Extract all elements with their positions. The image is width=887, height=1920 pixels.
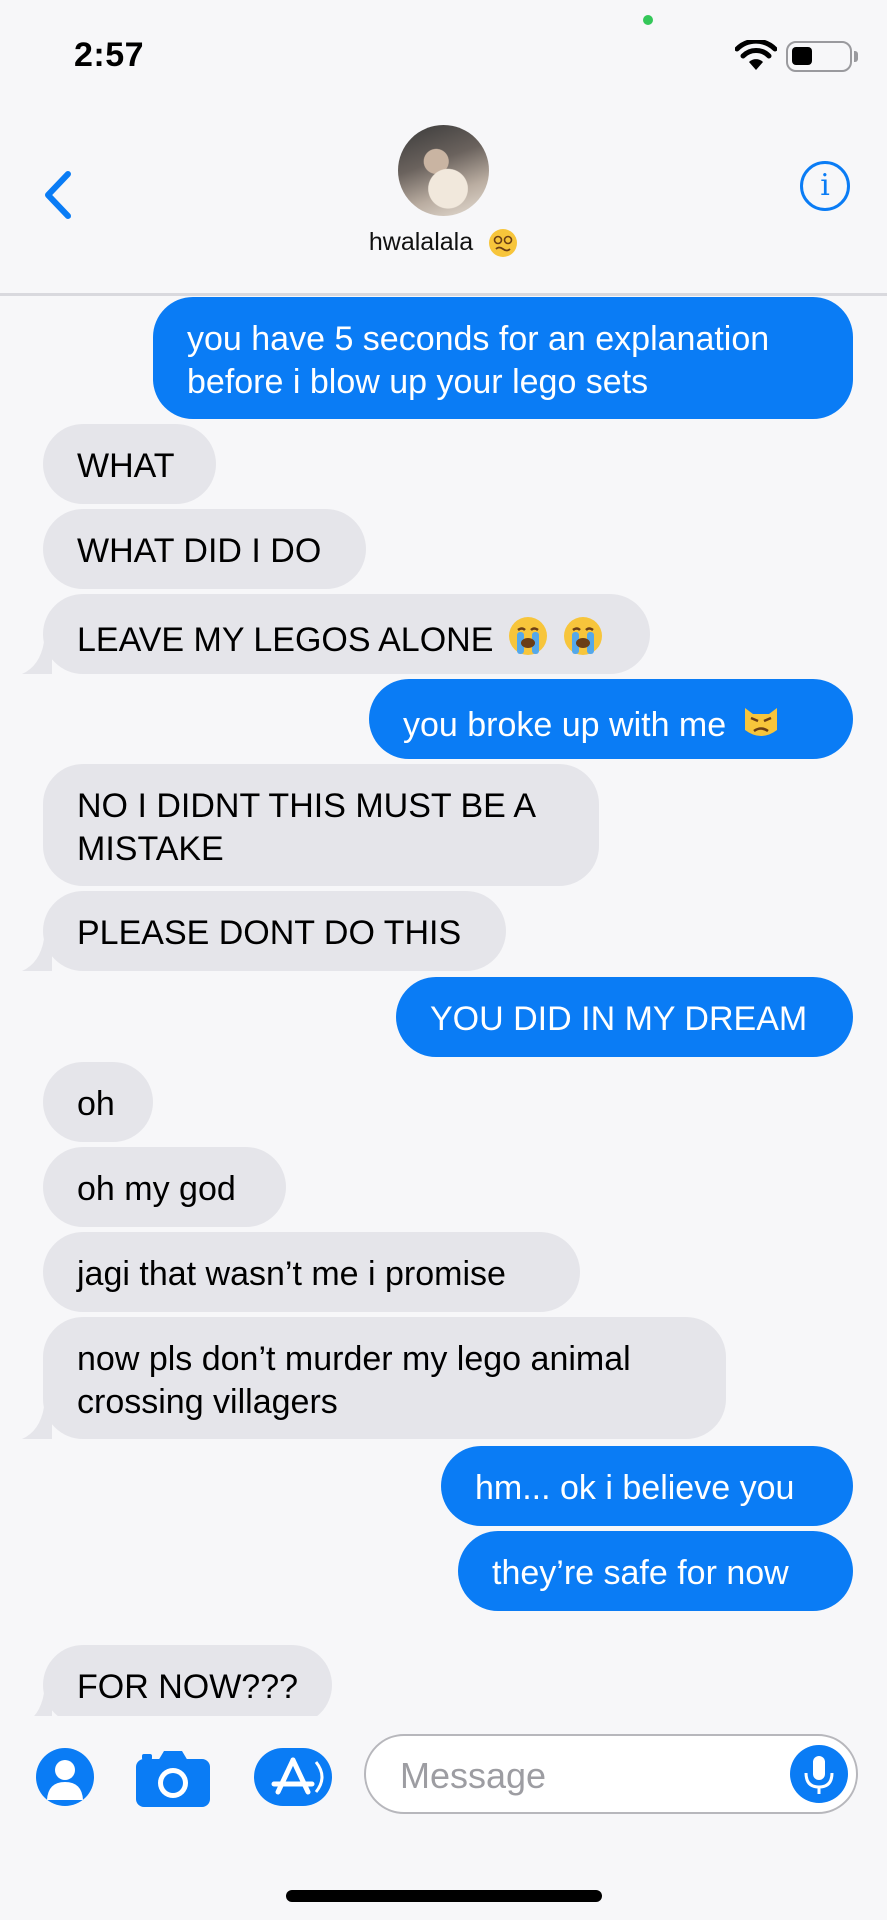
angry-cat-face-emoji-icon [744,708,777,736]
message-bubble-received[interactable]: FOR NOW??? [43,1645,332,1725]
status-time: 2:57 [74,36,145,74]
battery-icon [786,41,852,72]
message-text-line: you have 5 seconds for an explanation [187,320,770,358]
message-text-line: MISTAKE [77,830,224,868]
conversation-header: hwalalala i [0,100,887,296]
status-bar: 2:57 [0,0,887,100]
message-bubble-sent[interactable]: YOU DID IN MY DREAM [396,977,853,1057]
chevron-left-icon[interactable] [38,160,86,230]
message-bubble-received[interactable]: PLEASE DONT DO THIS [43,891,506,971]
message-bubble-sent[interactable]: they’re safe for now [458,1531,853,1611]
message-text-line: crossing villagers [77,1383,338,1421]
contact-name: hwalalala [368,228,474,256]
message-text: FOR NOW??? [77,1668,299,1706]
contact-avatar[interactable] [398,125,489,216]
message-text: oh [77,1085,115,1123]
info-icon[interactable]: i [800,161,850,211]
battery-nub [854,51,858,62]
message-text: YOU DID IN MY DREAM [430,1000,808,1038]
message-bubble-received[interactable]: oh [43,1062,153,1142]
message-text: you broke up with me [403,706,727,744]
message-bubble-received[interactable]: NO I DIDNT THIS MUST BE A MISTAKE [43,764,599,886]
message-bubble-sent[interactable]: hm... ok i believe you [441,1446,853,1526]
contact-name-row[interactable]: hwalalala [0,228,887,258]
message-text-line: NO I DIDNT THIS MUST BE A [77,787,537,825]
message-text: oh my god [77,1170,236,1208]
message-text: WHAT DID I DO [77,532,322,570]
message-bubble-sent[interactable]: you broke up with me [369,679,853,759]
camera-icon[interactable] [136,1749,210,1807]
crying-face-emoji-icon [508,617,547,655]
message-bubble-received[interactable]: WHAT [43,424,216,504]
message-bubble-sent[interactable]: you have 5 seconds for an explanation be… [153,297,853,419]
message-text: hm... ok i believe you [475,1469,795,1507]
camera-in-use-indicator [643,15,653,25]
dizzy-face-emoji-icon [489,229,518,258]
message-bubble-received[interactable]: oh my god [43,1147,286,1227]
message-bubble-received[interactable]: LEAVE MY LEGOS ALONE [43,594,650,674]
message-placeholder: Message [400,1755,547,1796]
message-text: PLEASE DONT DO THIS [77,914,462,952]
home-indicator[interactable] [286,1890,602,1902]
message-bubble-received[interactable]: now pls don’t murder my lego animal cros… [43,1317,726,1439]
crying-face-emoji-icon [564,617,603,655]
microphone-icon[interactable] [790,1745,848,1803]
wifi-icon [735,40,777,70]
messages-screen: 2:57 hwalalala i you have 5 seconds for … [0,0,887,1920]
message-text-line: now pls don’t murder my lego animal [77,1340,631,1378]
message-text: they’re safe for now [492,1554,789,1592]
message-bubble-received[interactable]: jagi that wasn’t me i promise [43,1232,580,1312]
message-text: jagi that wasn’t me i promise [77,1255,506,1293]
message-text: LEAVE MY LEGOS ALONE [77,621,494,659]
message-text: WHAT [77,447,175,485]
person-icon[interactable] [36,1748,94,1806]
message-text-line: before i blow up your lego sets [187,363,649,401]
app-store-icon[interactable] [254,1748,332,1806]
message-input[interactable]: Message [364,1734,858,1814]
message-bubble-received[interactable]: WHAT DID I DO [43,509,366,589]
